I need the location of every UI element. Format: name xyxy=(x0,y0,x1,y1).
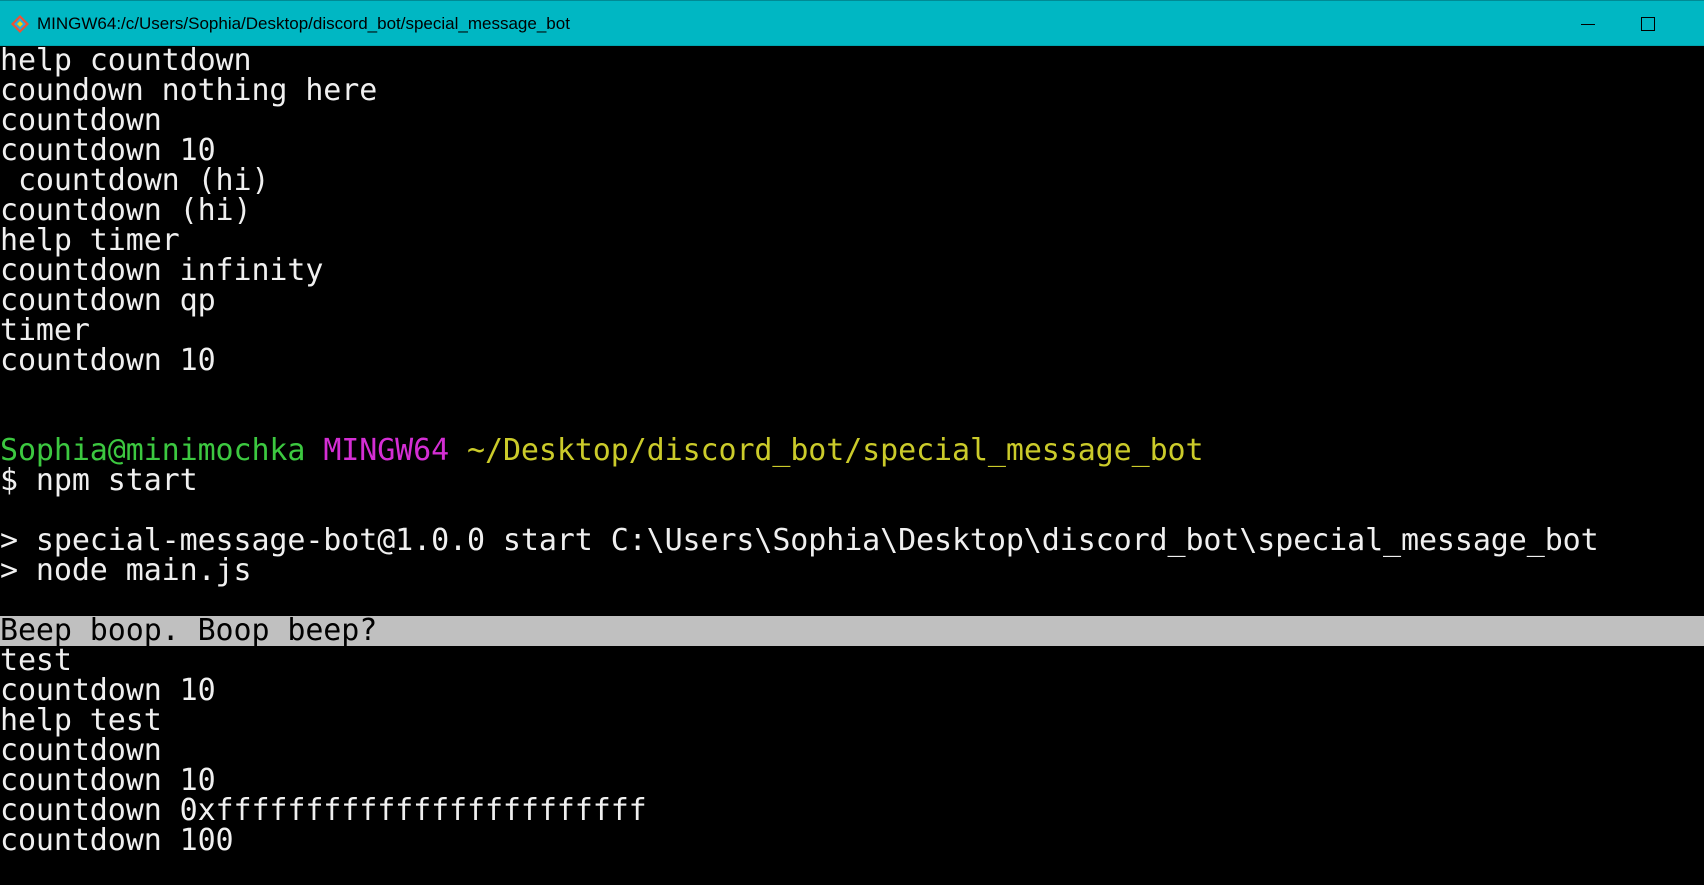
output-line: help test xyxy=(0,703,162,738)
output-line: test xyxy=(0,643,72,678)
npm-output-line: > node main.js xyxy=(0,553,252,588)
output-line: help countdown xyxy=(0,46,252,78)
output-line: countdown (hi) xyxy=(0,193,252,228)
output-line: help timer xyxy=(0,223,180,258)
command-line: $ npm start xyxy=(0,463,198,498)
prompt-line: Sophia@minimochka MINGW64 ~/Desktop/disc… xyxy=(0,436,1704,466)
maximize-icon xyxy=(1641,17,1655,31)
git-bash-icon xyxy=(11,15,29,33)
minimize-button[interactable] xyxy=(1560,1,1616,47)
prompt-path: ~/Desktop/discord_bot/special_message_bo… xyxy=(467,433,1204,468)
output-line: countdown 10 xyxy=(0,673,216,708)
terminal-output[interactable]: help countdown coundown nothing here count… xyxy=(0,46,1704,885)
output-line: countdown 100 xyxy=(0,823,234,858)
output-line: countdown xyxy=(0,733,162,768)
output-line: countdown infinity xyxy=(0,253,324,288)
output-line: countdown 0xffffffffffffffffffffffff xyxy=(0,793,647,828)
output-line: countdown qp xyxy=(0,283,216,318)
prompt-system: MINGW64 xyxy=(323,433,450,468)
output-line: countdown xyxy=(0,103,162,138)
output-line: coundown nothing here xyxy=(0,73,378,108)
title-bar[interactable]: MINGW64:/c/Users/Sophia/Desktop/discord_… xyxy=(0,0,1704,46)
log-after: test countdown 10 help test countdown countd… xyxy=(0,646,1704,856)
log-before: help countdown coundown nothing here count… xyxy=(0,46,1704,376)
output-line: countdown (hi) xyxy=(0,163,270,198)
output-line: countdown 10 xyxy=(0,343,216,378)
npm-output-line: > special-message-bot@1.0.0 start C:\Use… xyxy=(0,523,1599,558)
window-title: MINGW64:/c/Users/Sophia/Desktop/discord_… xyxy=(37,14,570,33)
maximize-button[interactable] xyxy=(1620,1,1676,47)
highlighted-selection-line: Beep boop. Boop beep? xyxy=(0,616,1704,646)
minimize-icon xyxy=(1581,24,1595,25)
output-line: timer xyxy=(0,313,90,348)
output-line: countdown 10 xyxy=(0,133,216,168)
output-line: countdown 10 xyxy=(0,763,216,798)
terminal-window: MINGW64:/c/Users/Sophia/Desktop/discord_… xyxy=(0,0,1704,885)
